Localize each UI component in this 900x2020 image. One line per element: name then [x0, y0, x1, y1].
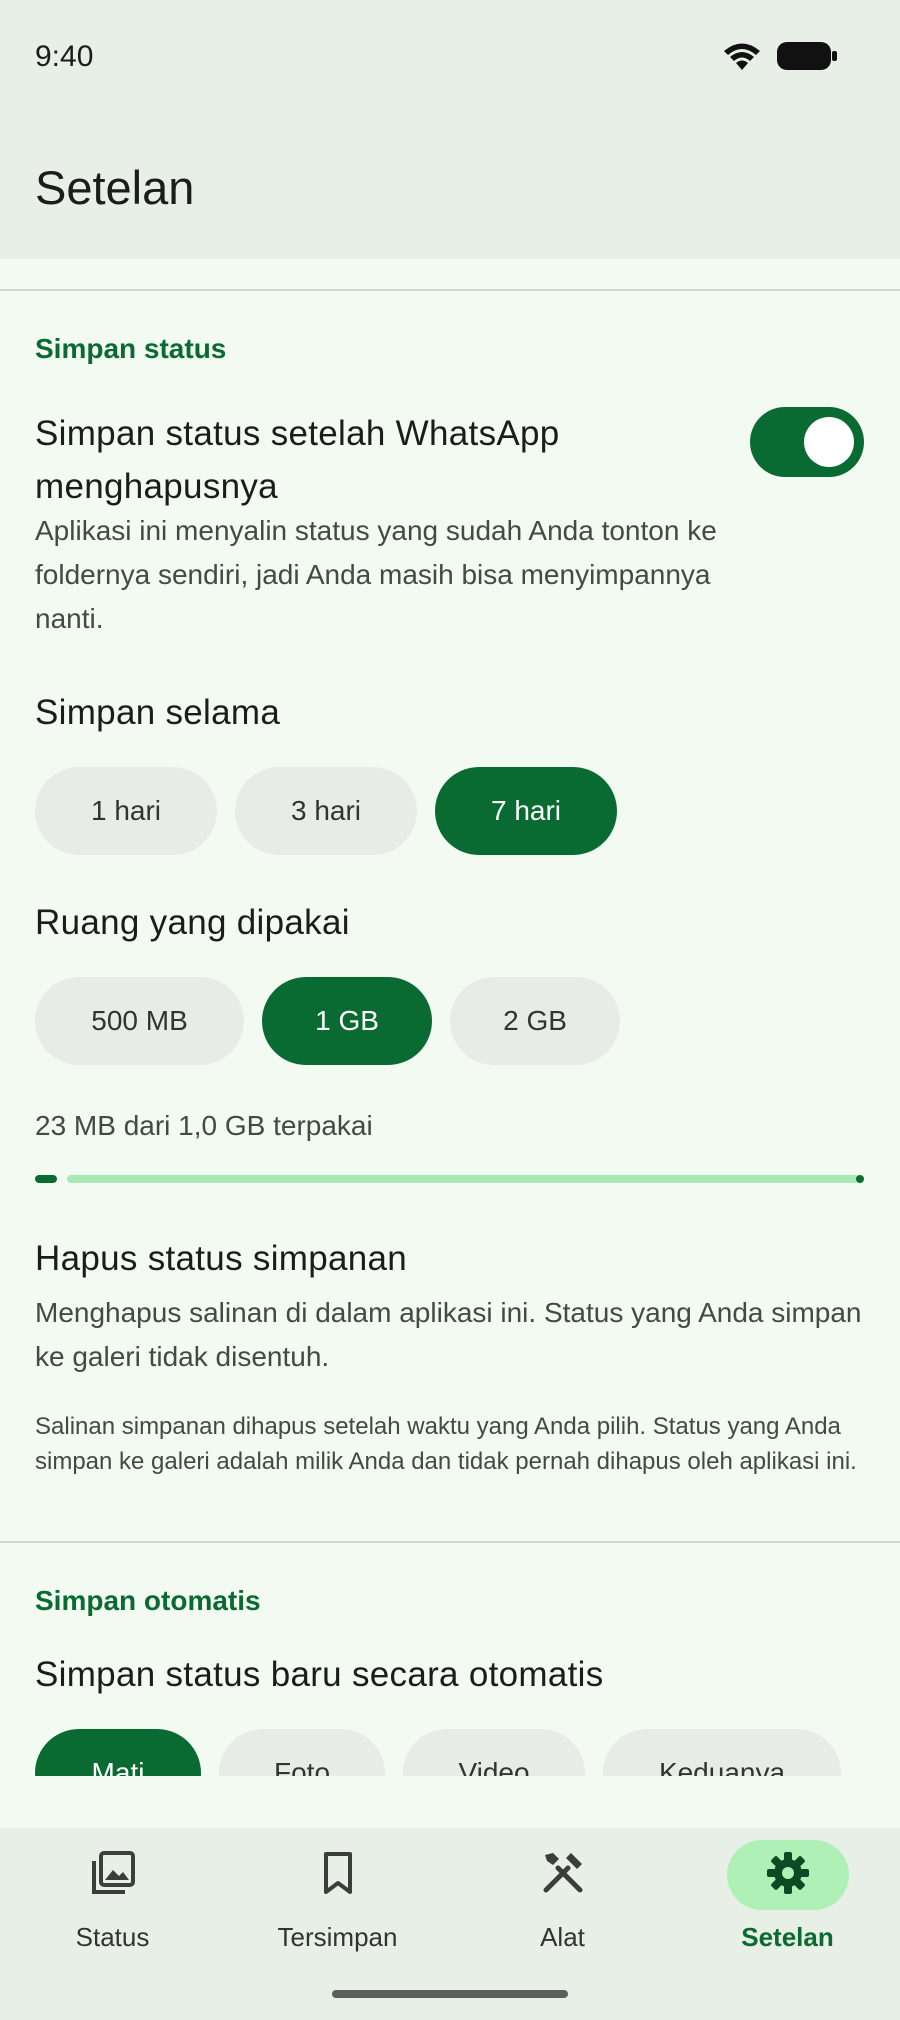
settings-content[interactable]: Simpan status Simpan status setelah What… — [0, 291, 900, 1776]
battery-icon — [776, 40, 838, 77]
section-divider — [0, 1541, 900, 1543]
chip-keduanya[interactable]: Keduanya — [603, 1729, 841, 1776]
section-header-simpan-otomatis: Simpan otomatis — [35, 1585, 261, 1616]
duration-chip-group: 1 hari 3 hari 7 hari — [35, 767, 617, 855]
nav-active-indicator — [726, 1840, 849, 1910]
nav-label-status: Status — [75, 1922, 150, 1952]
keep-after-delete-toggle[interactable] — [750, 407, 864, 477]
chip-3-hari[interactable]: 3 hari — [235, 767, 417, 855]
clear-saved-description: Menghapus salinan di dalam aplikasi ini.… — [35, 1297, 862, 1372]
nav-icon-wrap — [502, 1840, 624, 1910]
storage-title: Ruang yang dipakai — [35, 903, 350, 942]
status-icons — [722, 40, 838, 77]
duration-title: Simpan selama — [35, 693, 281, 732]
bookmark-icon — [314, 1849, 362, 1902]
auto-save-title: Simpan status baru secara otomatis — [35, 1655, 604, 1694]
nav-icon-wrap — [52, 1840, 174, 1910]
retention-footnote: Salinan simpanan dihapus setelah waktu y… — [35, 1413, 857, 1475]
page-title: Setelan — [35, 161, 195, 214]
nav-item-setelan[interactable]: Setelan — [675, 1840, 900, 1970]
chip-2-gb[interactable]: 2 GB — [450, 977, 620, 1065]
nav-icon-wrap — [277, 1840, 399, 1910]
storage-usage-text: 23 MB dari 1,0 GB terpakai — [35, 1110, 373, 1141]
nav-label-tersimpan: Tersimpan — [277, 1922, 398, 1952]
keep-after-delete-description: Aplikasi ini menyalin status yang sudah … — [35, 515, 717, 634]
gear-icon — [764, 1849, 812, 1902]
nav-item-tersimpan[interactable]: Tersimpan — [225, 1840, 450, 1970]
section-header-simpan-status: Simpan status — [35, 333, 227, 364]
chip-1-gb[interactable]: 1 GB — [262, 977, 432, 1065]
storage-progress-used — [35, 1175, 57, 1183]
home-indicator[interactable] — [332, 1990, 568, 1998]
toggle-knob — [804, 417, 854, 467]
status-time: 9:40 — [35, 40, 94, 73]
auto-save-chip-group: Mati Foto Video Keduanya — [35, 1729, 841, 1776]
status-bar: 9:40 — [0, 0, 900, 116]
tools-icon — [539, 1849, 587, 1902]
nav-label-alat: Alat — [540, 1922, 585, 1952]
nav-label-setelan: Setelan — [741, 1922, 834, 1952]
chip-video[interactable]: Video — [403, 1729, 585, 1776]
clear-saved-title: Hapus status simpanan — [35, 1239, 408, 1278]
wifi-icon — [722, 40, 762, 77]
nav-item-status[interactable]: Status — [0, 1840, 225, 1970]
chip-1-hari[interactable]: 1 hari — [35, 767, 217, 855]
storage-chip-group: 500 MB 1 GB 2 GB — [35, 977, 620, 1065]
chip-7-hari[interactable]: 7 hari — [435, 767, 617, 855]
storage-progress-track — [67, 1175, 860, 1183]
photo-library-icon — [89, 1849, 137, 1902]
chip-mati[interactable]: Mati — [35, 1729, 201, 1776]
storage-progress-stop — [856, 1175, 864, 1183]
keep-after-delete-title: Simpan status setelah WhatsApp menghapus… — [35, 414, 560, 506]
nav-item-alat[interactable]: Alat — [450, 1840, 675, 1970]
chip-500-mb[interactable]: 500 MB — [35, 977, 244, 1065]
chip-foto[interactable]: Foto — [219, 1729, 385, 1776]
